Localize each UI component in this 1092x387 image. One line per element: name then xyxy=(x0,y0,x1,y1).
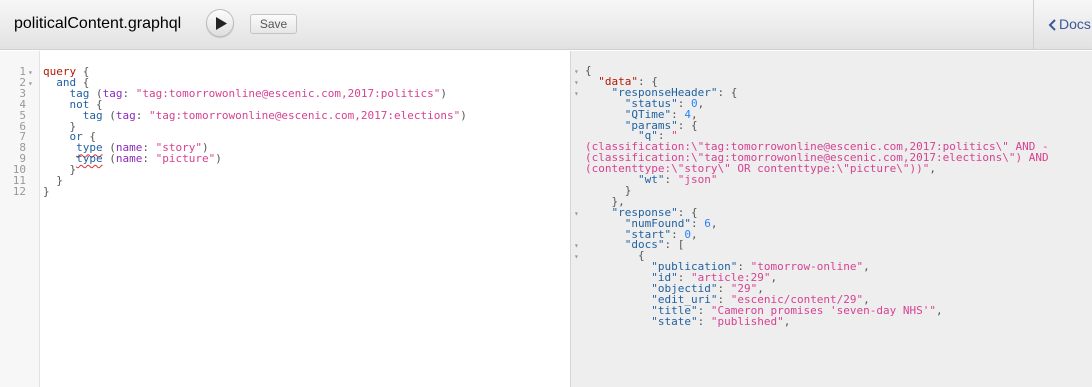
code-token: "picture" xyxy=(155,152,216,166)
code-token: : [ xyxy=(664,238,685,252)
code-token: , xyxy=(936,303,943,317)
code-token: : xyxy=(135,108,149,122)
code-token: name xyxy=(115,152,143,166)
code-token: ) xyxy=(460,108,467,122)
code-token: "tag:tomorrowonline@escenic.com,2017:ele… xyxy=(148,108,461,122)
code-token: : xyxy=(697,314,711,328)
code-token: "json" xyxy=(677,173,718,186)
fold-arrow-icon[interactable]: ▾ xyxy=(574,241,579,252)
code-line: } xyxy=(43,184,50,198)
code-token: , xyxy=(929,162,936,176)
code-token: , xyxy=(710,216,718,230)
docs-label: Docs xyxy=(1059,16,1091,32)
fold-arrow-icon[interactable]: ▾ xyxy=(574,209,579,220)
code-token: "state" xyxy=(651,314,698,328)
code-token: ) xyxy=(440,86,447,100)
fold-arrow-icon[interactable]: ▾ xyxy=(574,89,579,100)
code-line: tag (tag: "tag:tomorrowonline@escenic.co… xyxy=(43,108,467,122)
line-number: 12 xyxy=(12,184,26,198)
code-token: , xyxy=(783,314,791,328)
result-line: "state": "published", xyxy=(585,314,791,328)
docs-button[interactable]: Docs xyxy=(1033,0,1092,50)
chevron-left-icon xyxy=(1048,19,1056,31)
code-token: "tag:tomorrowonline@escenic.com,2017:pol… xyxy=(135,86,441,100)
code-token: : xyxy=(142,152,156,166)
document-title: politicalContent.graphql xyxy=(14,15,182,32)
code-token: ( xyxy=(102,152,116,166)
query-editor[interactable]: 1 ▾ query {2 ▾ and {3 tag (tag: "tag:tomorr… xyxy=(0,51,570,387)
toolbar: politicalContent.graphql Save Docs xyxy=(0,0,1092,50)
code-token: : xyxy=(664,173,678,186)
code-token: type xyxy=(76,152,103,166)
save-button[interactable]: Save xyxy=(250,14,297,34)
code-token: : xyxy=(122,86,136,100)
code-token: : { xyxy=(677,118,698,132)
fold-arrow-icon[interactable]: ▾ xyxy=(574,78,579,89)
code-token: tag xyxy=(115,108,136,122)
fold-arrow-icon[interactable]: ▾ xyxy=(574,67,579,78)
code-token: , xyxy=(697,96,705,110)
fold-arrow-icon[interactable]: ▾ xyxy=(28,79,33,90)
code-token: ( xyxy=(102,108,116,122)
fold-arrow-icon[interactable]: ▾ xyxy=(574,252,579,263)
run-query-button[interactable] xyxy=(206,9,234,37)
fold-arrow-icon[interactable]: ▾ xyxy=(28,68,33,79)
code-token: "wt" xyxy=(637,173,665,186)
code-token: , xyxy=(690,227,698,241)
result-viewer: ▾{▾ "data": {▾ "responseHeader": { "stat… xyxy=(571,51,1092,387)
code-token: 0 xyxy=(684,227,691,241)
code-token: "published" xyxy=(710,314,784,328)
code-token: , xyxy=(863,260,870,274)
code-line: tag (tag: "tag:tomorrowonline@escenic.co… xyxy=(43,86,447,100)
play-icon xyxy=(216,17,227,30)
code-token: 6 xyxy=(704,216,711,230)
code-token: tag xyxy=(102,86,123,100)
code-token: , xyxy=(770,271,778,285)
code-token: : { xyxy=(717,85,738,99)
code-token: } xyxy=(43,184,50,198)
code-token: ) xyxy=(215,152,222,166)
